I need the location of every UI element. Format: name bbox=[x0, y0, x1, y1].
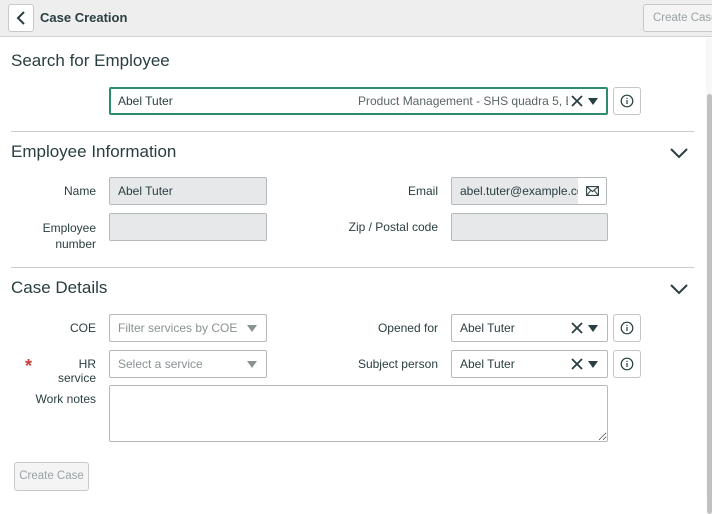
divider bbox=[11, 131, 694, 132]
employee-info-button[interactable] bbox=[613, 87, 641, 115]
search-section-title: Search for Employee bbox=[11, 51, 170, 70]
chevron-left-icon bbox=[16, 11, 25, 25]
opened-for-label: Opened for bbox=[377, 321, 438, 335]
top-bar: Case Creation Create Case bbox=[0, 0, 712, 37]
email-button[interactable] bbox=[578, 177, 607, 205]
opened-for-field[interactable]: Abel Tuter bbox=[451, 314, 608, 342]
info-icon bbox=[620, 321, 634, 335]
envelope-icon bbox=[585, 186, 599, 196]
employee-info-title: Employee Information bbox=[11, 142, 177, 161]
chevron-down-icon[interactable] bbox=[668, 145, 690, 161]
hr-service-select[interactable]: Select a service bbox=[109, 350, 267, 378]
clear-icon[interactable] bbox=[571, 358, 583, 370]
employee-search-detail: Product Management - SHS quadra 5, Bl… bbox=[358, 94, 568, 108]
dropdown-arrow-icon[interactable] bbox=[247, 325, 257, 332]
name-field[interactable]: Abel Tuter bbox=[109, 177, 267, 205]
dropdown-arrow-icon[interactable] bbox=[247, 361, 257, 368]
clear-icon[interactable] bbox=[571, 95, 583, 107]
work-notes-label: Work notes bbox=[35, 392, 96, 406]
zip-label: Zip / Postal code bbox=[348, 220, 438, 234]
coe-select[interactable]: Filter services by COE bbox=[109, 314, 267, 342]
scrollbar-thumb[interactable] bbox=[707, 94, 712, 514]
back-button[interactable] bbox=[8, 4, 34, 32]
coe-label: COE bbox=[69, 321, 96, 335]
case-details-title: Case Details bbox=[11, 278, 108, 297]
subject-person-field[interactable]: Abel Tuter bbox=[451, 350, 608, 378]
opened-for-value: Abel Tuter bbox=[460, 321, 515, 335]
employee-search-field[interactable]: Abel Tuter Product Management - SHS quad… bbox=[109, 87, 608, 115]
divider bbox=[11, 267, 694, 268]
employee-number-field[interactable] bbox=[109, 213, 267, 241]
create-case-button-top[interactable]: Create Case bbox=[643, 4, 712, 32]
scrollbar-track[interactable] bbox=[706, 38, 712, 514]
info-icon bbox=[620, 94, 634, 108]
employee-number-label: Employee number bbox=[20, 220, 96, 252]
dropdown-arrow-icon[interactable] bbox=[588, 98, 598, 105]
email-label: Email bbox=[407, 184, 438, 198]
subject-person-info-button[interactable] bbox=[613, 350, 641, 378]
work-notes-textarea[interactable] bbox=[109, 385, 608, 442]
clear-icon[interactable] bbox=[571, 322, 583, 334]
employee-number-label-line1: Employee bbox=[42, 221, 96, 235]
email-field[interactable]: abel.tuter@example.com bbox=[451, 177, 579, 205]
create-case-button[interactable]: Create Case bbox=[14, 462, 89, 491]
hr-service-placeholder: Select a service bbox=[118, 357, 203, 371]
dropdown-arrow-icon[interactable] bbox=[588, 325, 598, 332]
hr-service-label: HR service bbox=[57, 357, 96, 385]
dropdown-arrow-icon[interactable] bbox=[588, 361, 598, 368]
employee-number-label-line2: number bbox=[55, 237, 96, 251]
page-title: Case Creation bbox=[40, 10, 128, 25]
employee-search-value: Abel Tuter bbox=[118, 94, 173, 108]
chevron-down-icon[interactable] bbox=[668, 281, 690, 297]
required-marker: * bbox=[25, 356, 33, 376]
coe-placeholder: Filter services by COE bbox=[118, 321, 238, 335]
name-label: Name bbox=[63, 184, 96, 198]
subject-person-label: Subject person bbox=[357, 357, 438, 371]
zip-field[interactable] bbox=[451, 213, 608, 241]
info-icon bbox=[620, 357, 634, 371]
subject-person-value: Abel Tuter bbox=[460, 357, 515, 371]
opened-for-info-button[interactable] bbox=[613, 314, 641, 342]
